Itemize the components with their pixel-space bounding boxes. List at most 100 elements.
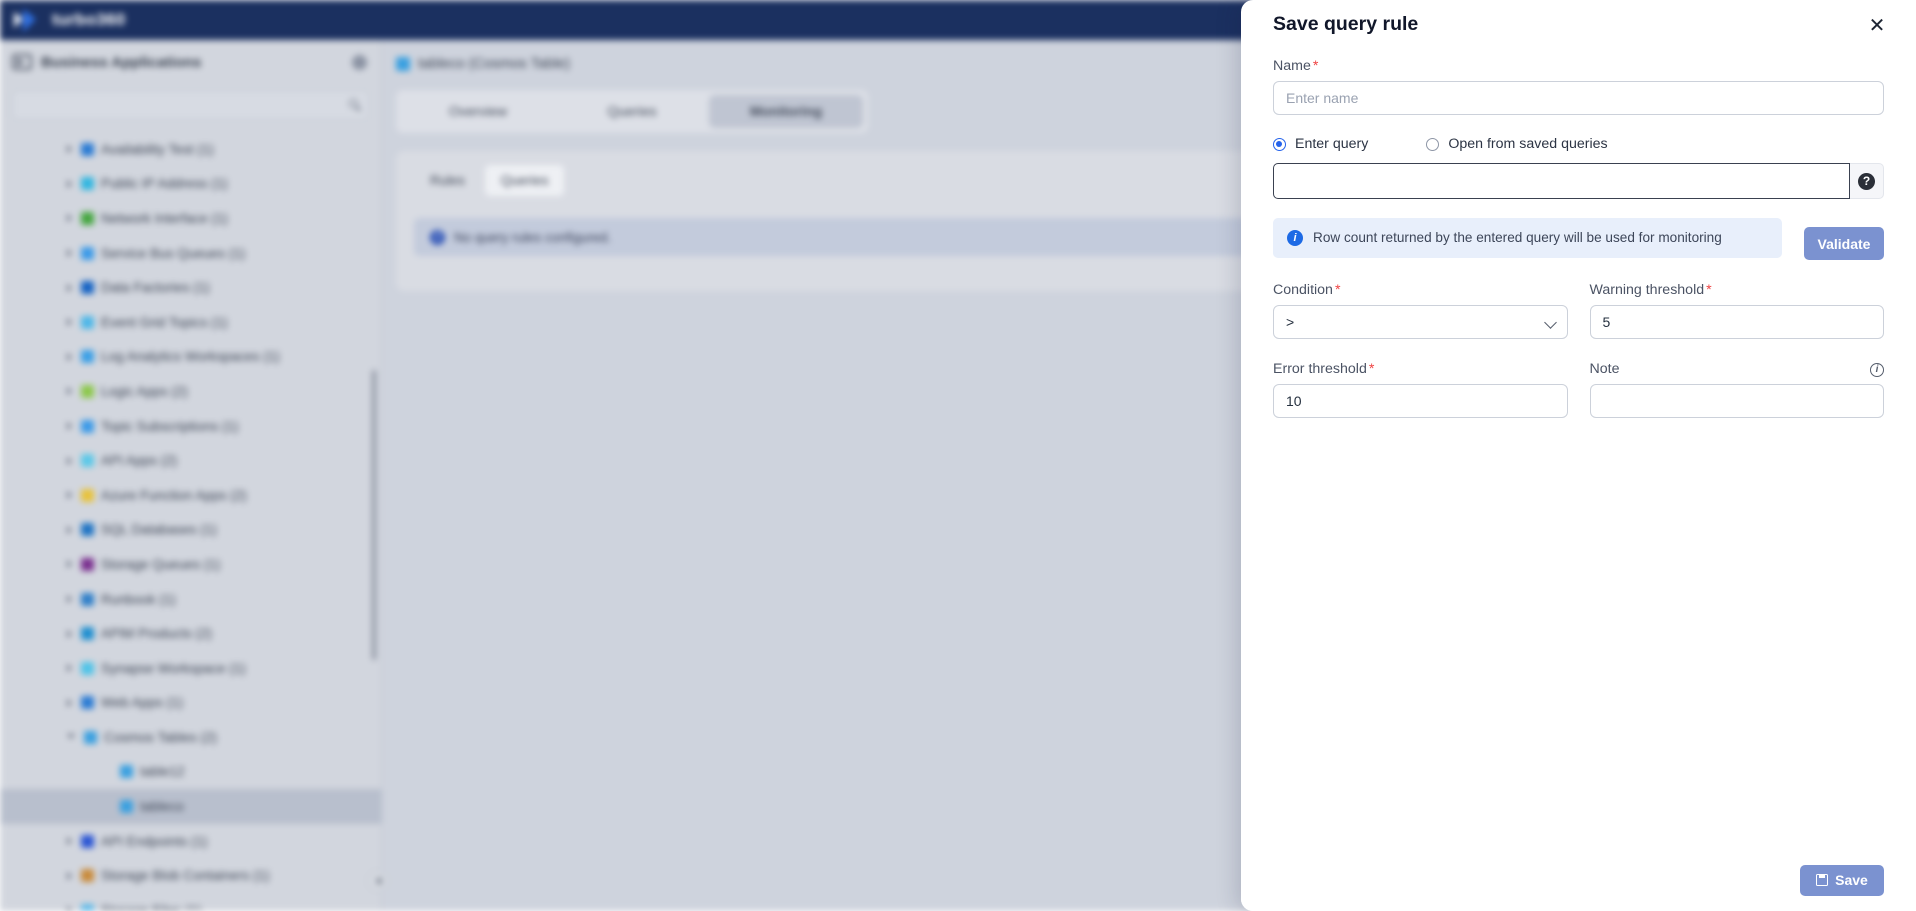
name-field[interactable] — [1273, 81, 1884, 115]
sidebar-item-label: Runbook (1) — [101, 591, 176, 607]
sidebar-item-log-analytics-workspaces-1[interactable]: Log Analytics Workspaces (1) — [0, 340, 382, 375]
tab-overview[interactable]: Overview — [401, 95, 555, 128]
sidebar-item-storage-queues-1[interactable]: Storage Queues (1) — [0, 547, 382, 582]
sidebar-item-label: API Endpoints (1) — [101, 833, 208, 849]
sidebar-item-table12[interactable]: table12 — [0, 755, 382, 790]
info-outline-icon[interactable]: i — [1870, 363, 1884, 377]
tree-scrollbar[interactable] — [372, 370, 376, 660]
chevron-right-icon[interactable] — [67, 422, 72, 431]
note-field[interactable] — [1589, 384, 1884, 418]
resource-type-icon — [81, 142, 94, 156]
resource-type-icon — [81, 834, 94, 848]
resource-type-icon — [84, 730, 97, 744]
sidebar-item-availability-test-1[interactable]: Availability Test (1) — [0, 132, 382, 167]
resource-type-icon — [81, 869, 94, 883]
chevron-right-icon[interactable] — [67, 664, 72, 673]
sidebar-item-label: Web Apps (1) — [101, 695, 184, 711]
query-input-row: ? — [1273, 163, 1884, 199]
subtab-queries[interactable]: Queries — [484, 165, 565, 196]
chevron-right-icon[interactable] — [67, 525, 72, 534]
sidebar-item-label: Storage Files (1) — [101, 902, 202, 911]
sidebar-item-label: Synapse Workspace (1) — [101, 660, 246, 676]
sidebar-item-azure-function-apps-2[interactable]: Azure Function Apps (2) — [0, 478, 382, 513]
sidebar-item-apim-products-2[interactable]: APIM Products (2) — [0, 616, 382, 651]
condition-label-text: Condition — [1273, 282, 1333, 298]
info-icon: i — [430, 229, 445, 245]
sidebar-item-network-interface-1[interactable]: Network Interface (1) — [0, 201, 382, 236]
chevron-right-icon[interactable] — [67, 145, 72, 154]
sidebar-item-storage-blob-containers-1[interactable]: Storage Blob Containers (1) — [0, 858, 382, 893]
empty-state-label: No query rules configured. — [454, 229, 612, 245]
chevron-left-icon — [375, 877, 381, 885]
chevron-right-icon[interactable] — [67, 214, 72, 223]
chevron-right-icon[interactable] — [67, 387, 72, 396]
search-icon — [349, 99, 358, 108]
floppy-disk-icon — [1816, 874, 1829, 886]
chevron-right-icon[interactable] — [67, 698, 72, 707]
sidebar-item-data-factories-1[interactable]: Data Factories (1) — [0, 270, 382, 305]
condition-select[interactable]: ><>=<==!= — [1273, 305, 1568, 339]
search-input[interactable] — [12, 90, 369, 120]
warning-threshold-field[interactable] — [1589, 305, 1884, 339]
resource-type-icon — [81, 592, 94, 606]
chevron-right-icon[interactable] — [67, 283, 72, 292]
sidebar-title: Business Applications — [41, 53, 202, 71]
query-source-radio-group[interactable]: Enter query Open from saved queries — [1273, 136, 1884, 152]
chevron-right-icon[interactable] — [67, 249, 72, 258]
query-field[interactable] — [1273, 163, 1850, 199]
sidebar: Business Applications Availability Test … — [0, 40, 382, 911]
chevron-right-icon[interactable] — [67, 456, 72, 465]
tab-queries[interactable]: Queries — [555, 95, 709, 128]
chevron-right-icon[interactable] — [67, 318, 72, 327]
sidebar-item-service-bus-queues-1[interactable]: Service Bus Queues (1) — [0, 236, 382, 271]
sidebar-collapse-button[interactable] — [367, 870, 389, 892]
warning-threshold-label-text: Warning threshold — [1589, 282, 1705, 298]
save-button[interactable]: Save — [1800, 864, 1884, 896]
save-query-rule-dialog: Save query rule ✕ Name* Enter query Open… — [1241, 0, 1916, 911]
error-threshold-field[interactable] — [1273, 384, 1568, 418]
error-note-row: Error threshold* Note i — [1273, 339, 1884, 418]
sidebar-item-event-grid-topics-1[interactable]: Event Grid Topics (1) — [0, 305, 382, 340]
chevron-right-icon[interactable] — [67, 352, 72, 361]
sidebar-item-public-ip-address-1[interactable]: Public IP Address (1) — [0, 167, 382, 202]
sidebar-header: Business Applications — [0, 40, 381, 84]
subtab-rules[interactable]: Rules — [414, 165, 481, 196]
chevron-right-icon[interactable] — [67, 179, 72, 188]
radio-enter-query[interactable]: Enter query — [1273, 136, 1368, 152]
query-help-button[interactable]: ? — [1850, 163, 1884, 199]
sidebar-item-sql-databases-1[interactable]: SQL Databases (1) — [0, 513, 382, 548]
sidebar-item-topic-subscriptions-1[interactable]: Topic Subscriptions (1) — [0, 409, 382, 444]
sidebar-item-storage-files-1[interactable]: Storage Files (1) — [0, 893, 382, 911]
chevron-right-icon[interactable] — [67, 629, 72, 638]
chevron-right-icon[interactable] — [67, 837, 72, 846]
sidebar-item-label: Azure Function Apps (2) — [101, 487, 247, 503]
chevron-down-icon[interactable] — [67, 734, 75, 743]
validate-button[interactable]: Validate — [1804, 227, 1884, 260]
validate-row: i Row count returned by the entered quer… — [1273, 218, 1884, 260]
radio-open-saved-queries[interactable]: Open from saved queries — [1426, 136, 1608, 152]
sidebar-item-logic-apps-2[interactable]: Logic Apps (2) — [0, 374, 382, 409]
chevron-right-icon[interactable] — [67, 871, 72, 880]
sidebar-item-web-apps-1[interactable]: Web Apps (1) — [0, 686, 382, 721]
sidebar-item-synapse-workspace-1[interactable]: Synapse Workspace (1) — [0, 651, 382, 686]
sidebar-item-label: APIM Products (2) — [101, 626, 213, 642]
sidebar-item-cosmos-tables-2[interactable]: Cosmos Tables (2) — [0, 720, 382, 755]
sidebar-item-runbook-1[interactable]: Runbook (1) — [0, 582, 382, 617]
chevron-right-icon[interactable] — [67, 906, 72, 911]
error-threshold-label-text: Error threshold — [1273, 361, 1367, 377]
warning-required-asterisk: * — [1706, 282, 1712, 298]
tab-monitoring[interactable]: Monitoring — [709, 95, 863, 128]
gear-icon[interactable] — [352, 54, 367, 70]
sidebar-item-api-apps-2[interactable]: API Apps (2) — [0, 443, 382, 478]
sidebar-item-tableco[interactable]: tableco — [0, 789, 382, 824]
main-tabs[interactable]: Overview Queries Monitoring — [396, 90, 868, 133]
chevron-right-icon[interactable] — [67, 560, 72, 569]
resource-type-icon — [81, 384, 94, 398]
resource-tree[interactable]: Availability Test (1) Public IP Address (… — [0, 132, 382, 911]
chevron-right-icon[interactable] — [67, 595, 72, 604]
sidebar-item-api-endpoints-1[interactable]: API Endpoints (1) — [0, 824, 382, 859]
chevron-right-icon[interactable] — [67, 491, 72, 500]
close-icon[interactable]: ✕ — [1866, 16, 1888, 38]
error-required-asterisk: * — [1368, 361, 1375, 377]
save-button-label: Save — [1835, 872, 1868, 888]
